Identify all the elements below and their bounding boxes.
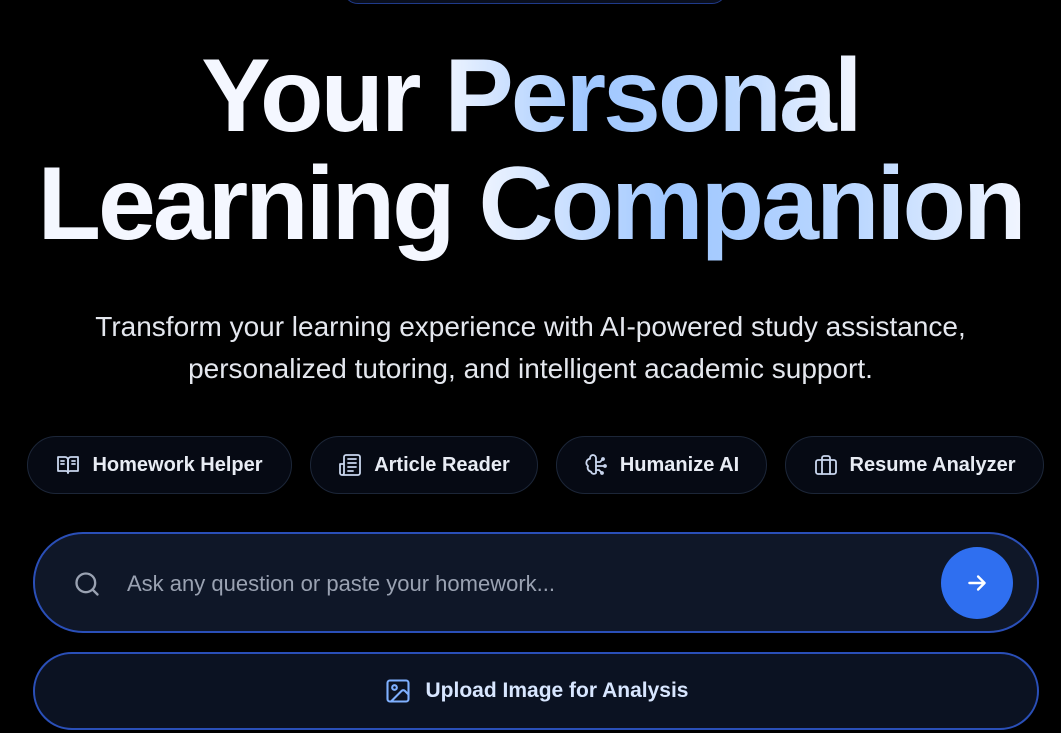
open-book-icon [56, 453, 80, 477]
humanize-ai-label: Humanize AI [619, 453, 740, 476]
hero-title-line-2: Learning Companion [0, 150, 1061, 258]
upload-image-button[interactable]: Upload Image for Analysis [33, 652, 1039, 730]
search-icon [73, 570, 101, 598]
hero-subtitle-line-2: personalized tutoring, and intelligent a… [188, 353, 873, 384]
hero-title-line-1: Your Personal [0, 42, 1061, 150]
hero-subtitle-line-1: Transform your learning experience with … [95, 311, 966, 342]
hero-title-accent-2: Companion [478, 146, 1027, 262]
hero-title: Your Personal Learning Companion [0, 42, 1061, 258]
hero-title-plain-2: Learning [37, 146, 479, 262]
brain-icon [584, 453, 608, 477]
hero-title-plain-1: Your [201, 38, 445, 154]
resume-analyzer-label: Resume Analyzer [849, 453, 1016, 476]
search-input[interactable] [125, 560, 909, 608]
briefcase-icon [814, 453, 838, 477]
arrow-right-icon [964, 570, 990, 596]
search-bar [33, 532, 1039, 633]
article-reader-button[interactable]: Article Reader [310, 436, 538, 494]
upload-image-label: Upload Image for Analysis [425, 679, 689, 702]
article-reader-label: Article Reader [374, 453, 510, 476]
hero-title-accent-1: Personal [444, 38, 862, 154]
humanize-ai-button[interactable]: Humanize AI [556, 436, 767, 494]
resume-analyzer-button[interactable]: Resume Analyzer [785, 436, 1044, 494]
hero-subtitle: Transform your learning experience with … [0, 306, 1061, 390]
newspaper-icon [338, 453, 362, 477]
top-badge [343, 0, 727, 4]
image-icon [384, 677, 412, 705]
tool-chips: Homework Helper Article Reader Humanize … [0, 436, 1061, 496]
homework-helper-label: Homework Helper [92, 453, 263, 476]
submit-button[interactable] [941, 547, 1013, 619]
homework-helper-button[interactable]: Homework Helper [27, 436, 292, 494]
